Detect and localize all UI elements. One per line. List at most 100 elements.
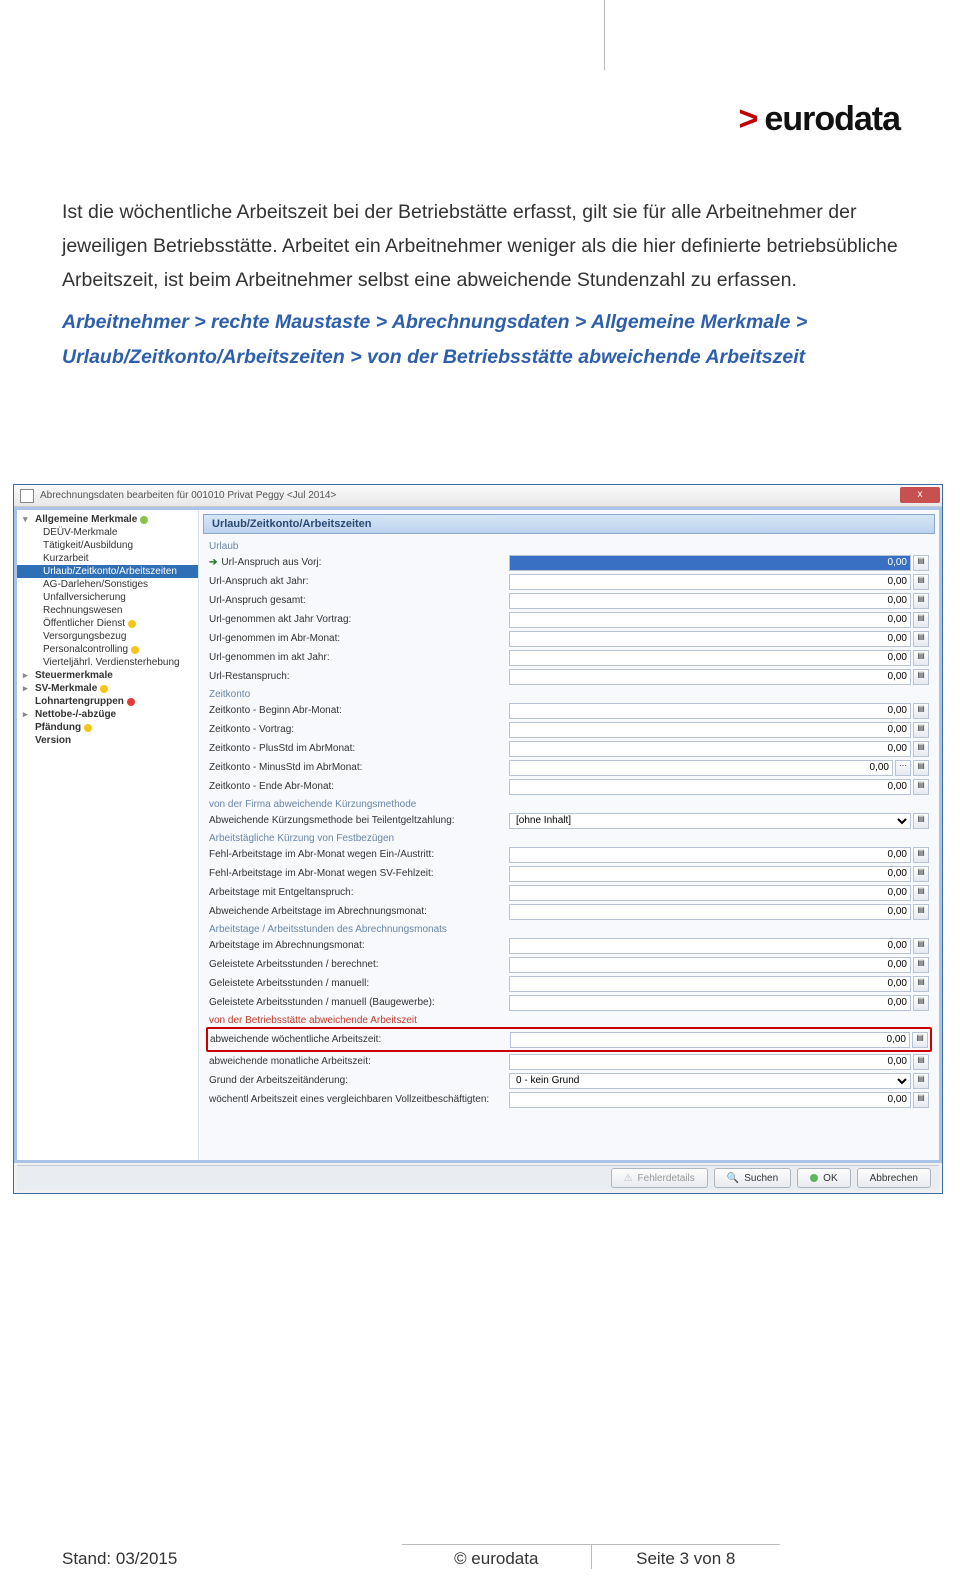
tree-item[interactable]: ▸Nettobe-/-abzüge (17, 708, 198, 721)
tree-item[interactable]: DEÜV-Merkmale (17, 526, 198, 539)
value-input[interactable] (509, 904, 911, 920)
history-button[interactable]: ▤ (913, 1073, 929, 1089)
history-button[interactable]: ▤ (913, 650, 929, 666)
value-input[interactable] (509, 650, 911, 666)
history-button[interactable]: ▤ (913, 669, 929, 685)
history-button[interactable]: ▤ (913, 995, 929, 1011)
field-label: Abweichende Arbeitstage im Abrechnungsmo… (209, 906, 509, 917)
value-input[interactable] (509, 1054, 911, 1070)
app-window: Abrechnungsdaten bearbeiten für 001010 P… (13, 484, 943, 1194)
history-button[interactable]: ▤ (913, 722, 929, 738)
field-wrapper: ▤ (509, 722, 929, 738)
abbrechen-button[interactable]: Abbrechen (857, 1168, 931, 1188)
tree-item[interactable]: Tätigkeit/Ausbildung (17, 539, 198, 552)
sidebar-tree: ▾Allgemeine MerkmaleDEÜV-MerkmaleTätigke… (17, 510, 199, 1160)
suchen-button[interactable]: 🔍Suchen (714, 1168, 791, 1188)
value-input[interactable] (509, 866, 911, 882)
value-input[interactable] (509, 938, 911, 954)
tree-item[interactable]: Pfändung (17, 721, 198, 734)
value-input[interactable] (509, 1092, 911, 1108)
tree-item[interactable]: Version (17, 734, 198, 747)
history-button[interactable]: ▤ (912, 1032, 928, 1048)
tree-item[interactable]: Öffentlicher Dienst (17, 617, 198, 630)
group-title: Arbeitstage / Arbeitsstunden des Abrechn… (199, 921, 939, 936)
history-button[interactable]: ▤ (913, 555, 929, 571)
value-input[interactable] (509, 885, 911, 901)
tree-item[interactable]: Unfallversicherung (17, 591, 198, 604)
dropdown[interactable]: 0 - kein Grund (509, 1073, 911, 1089)
value-input[interactable] (509, 741, 911, 757)
history-button[interactable]: ▤ (913, 813, 929, 829)
tree-item[interactable]: AG-Darlehen/Sonstiges (17, 578, 198, 591)
value-input[interactable] (509, 760, 893, 776)
value-input[interactable] (509, 669, 911, 685)
value-input[interactable] (509, 957, 911, 973)
value-input[interactable] (509, 779, 911, 795)
value-input[interactable] (509, 574, 911, 590)
tree-label: Vierteljährl. Verdiensterhebung (43, 657, 180, 668)
history-button[interactable]: ▤ (913, 574, 929, 590)
history-button[interactable]: ▤ (913, 741, 929, 757)
paragraph-1: Ist die wöchentliche Arbeitszeit bei der… (62, 195, 900, 297)
tree-item[interactable]: Urlaub/Zeitkonto/Arbeitszeiten (17, 565, 198, 578)
field-wrapper: ▤ (509, 1054, 929, 1070)
tree-item[interactable]: ▸Steuermerkmale (17, 669, 198, 682)
value-input[interactable] (509, 976, 911, 992)
history-button[interactable]: ▤ (913, 593, 929, 609)
field-wrapper: ▤ (509, 650, 929, 666)
ok-button[interactable]: OK (797, 1168, 850, 1188)
history-button[interactable]: ▤ (913, 1054, 929, 1070)
tree-item[interactable]: Versorgungsbezug (17, 630, 198, 643)
group-title: von der Betriebsstätte abweichende Arbei… (199, 1012, 939, 1027)
logo-text: eurodata (764, 100, 900, 139)
tree-item[interactable]: Personalcontrolling (17, 643, 198, 656)
history-button[interactable]: ▤ (913, 866, 929, 882)
history-button[interactable]: ▤ (913, 779, 929, 795)
window-title: Abrechnungsdaten bearbeiten für 001010 P… (40, 490, 336, 501)
history-button[interactable]: ▤ (913, 957, 929, 973)
field-wrapper: ▤ (509, 631, 929, 647)
history-button[interactable]: ▤ (913, 847, 929, 863)
tree-item[interactable]: ▾Allgemeine Merkmale (17, 513, 198, 526)
header-divider (604, 0, 605, 70)
history-button[interactable]: ▤ (913, 976, 929, 992)
value-input[interactable] (509, 995, 911, 1011)
value-input[interactable] (509, 847, 911, 863)
field-label: Geleistete Arbeitsstunden / berechnet: (209, 959, 509, 970)
history-button[interactable]: ▤ (913, 885, 929, 901)
close-button[interactable]: x (900, 487, 940, 503)
field-wrapper: ▤ (509, 593, 929, 609)
field-wrapper: ▤ (509, 669, 929, 685)
app-body: ▾Allgemeine MerkmaleDEÜV-MerkmaleTätigke… (14, 507, 942, 1163)
logo: > eurodata (739, 100, 900, 139)
value-input[interactable] (509, 555, 911, 571)
tree-item[interactable]: Vierteljährl. Verdiensterhebung (17, 656, 198, 669)
value-input[interactable] (509, 593, 911, 609)
tree-item[interactable]: Rechnungswesen (17, 604, 198, 617)
history-button[interactable]: ▤ (913, 631, 929, 647)
value-input[interactable] (510, 1032, 910, 1048)
value-input[interactable] (509, 703, 911, 719)
tree-item[interactable]: Kurzarbeit (17, 552, 198, 565)
group-title: Arbeitstägliche Kürzung von Festbezügen (199, 830, 939, 845)
value-input[interactable] (509, 612, 911, 628)
field-label: Zeitkonto - PlusStd im AbrMonat: (209, 743, 509, 754)
history-button[interactable]: ▤ (913, 703, 929, 719)
dropdown[interactable]: [ohne Inhalt] (509, 813, 911, 829)
history-button[interactable]: ▤ (913, 612, 929, 628)
tree-label: Personalcontrolling (43, 644, 128, 655)
tree-item[interactable]: ▸SV-Merkmale (17, 682, 198, 695)
history-button[interactable]: ▤ (913, 938, 929, 954)
extra-button[interactable]: ⋯ (895, 760, 911, 776)
history-button[interactable]: ▤ (913, 1092, 929, 1108)
field-label: abweichende wöchentliche Arbeitszeit: (210, 1034, 510, 1045)
value-input[interactable] (509, 722, 911, 738)
value-input[interactable] (509, 631, 911, 647)
field-wrapper: ▤ (509, 1092, 929, 1108)
tree-item[interactable]: Lohnartengruppen (17, 695, 198, 708)
fehlerdetails-button[interactable]: ⚠Fehlerdetails (611, 1168, 708, 1188)
field-label: Fehl-Arbeitstage im Abr-Monat wegen Ein-… (209, 849, 509, 860)
history-button[interactable]: ▤ (913, 904, 929, 920)
field-wrapper: ▤ (509, 779, 929, 795)
history-button[interactable]: ▤ (913, 760, 929, 776)
